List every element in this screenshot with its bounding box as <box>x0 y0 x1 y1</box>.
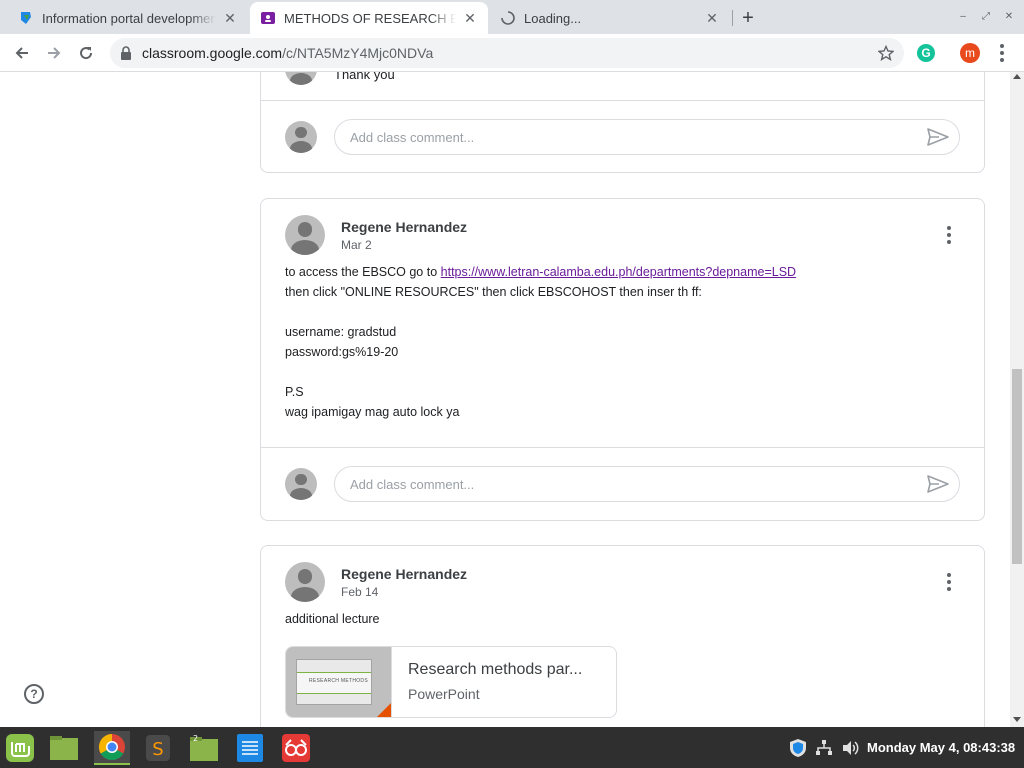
svg-text:S: S <box>152 739 163 760</box>
minimize-window-icon[interactable]: – <box>956 9 970 23</box>
divider <box>261 100 984 101</box>
tab-strip: Information portal development ✕ METHODS… <box>0 0 1024 34</box>
shield-icon[interactable] <box>784 731 812 765</box>
volume-icon[interactable] <box>836 731 864 765</box>
tab-methods-of-research[interactable]: METHODS OF RESEARCH BSIT ✕ <box>250 2 488 34</box>
comment-text: Thank you <box>334 72 395 82</box>
post-body: to access the EBSCO go to https://www.le… <box>285 262 796 422</box>
post-line: password:gs%19-20 <box>285 345 399 359</box>
author-avatar <box>285 215 325 255</box>
comment-avatar <box>285 72 317 85</box>
attachment-title: Research methods par... <box>408 661 583 678</box>
post-line: username: gradstud <box>285 325 397 339</box>
close-tab-icon[interactable]: ✕ <box>704 10 720 26</box>
comment-placeholder: Add class comment... <box>350 477 475 492</box>
close-tab-icon[interactable]: ✕ <box>462 10 478 26</box>
tab-title: Loading... <box>524 10 582 26</box>
classroom-favicon-icon <box>260 10 276 26</box>
system-clock[interactable]: Monday May 4, 08:43:38 <box>867 740 1015 755</box>
post-date: Feb 14 <box>341 585 379 599</box>
maximize-window-icon[interactable]: ⤢ <box>979 9 993 23</box>
post-line: then click "ONLINE RESOURCES" then click… <box>285 285 702 299</box>
attachment-card[interactable]: RESEARCH METHODS Research methods par...… <box>285 646 617 718</box>
forward-arrow-icon <box>48 47 61 59</box>
reload-button[interactable] <box>72 39 100 67</box>
scroll-down-icon[interactable] <box>1013 717 1021 722</box>
address-bar[interactable]: classroom.google.com/c/NTA5MzY4Mjc0NDVa <box>110 38 904 68</box>
back-button[interactable] <box>8 39 36 67</box>
post-options-icon[interactable] <box>939 225 959 245</box>
post-line: wag ipamigay mag auto lock ya <box>285 405 460 419</box>
browser-toolbar: classroom.google.com/c/NTA5MzY4Mjc0NDVa <box>0 34 1024 72</box>
ebsco-link[interactable]: https://www.letran-calamba.edu.ph/depart… <box>441 265 796 279</box>
post-line: P.S <box>285 385 304 399</box>
powerpoint-corner-icon <box>375 703 391 717</box>
user-avatar <box>285 121 317 153</box>
grammarly-extension-icon[interactable]: G <box>917 44 935 62</box>
add-comment-input[interactable]: Add class comment... <box>334 466 960 502</box>
lock-icon <box>121 46 131 60</box>
send-icon[interactable] <box>927 127 949 147</box>
loading-spinner-icon <box>500 10 516 26</box>
attachment-type: PowerPoint <box>408 686 480 702</box>
chrome-icon[interactable] <box>94 731 130 765</box>
tab-title: Information portal development <box>42 10 216 26</box>
files-folder-icon[interactable] <box>46 731 82 765</box>
user-avatar <box>285 468 317 500</box>
post-options-icon[interactable] <box>939 572 959 592</box>
back-arrow-icon <box>15 47 28 59</box>
post-line: to access the EBSCO go to https://www.le… <box>285 265 797 279</box>
sublime-text-icon[interactable]: S <box>140 731 176 765</box>
portal-favicon-icon <box>18 10 34 26</box>
help-icon[interactable]: ? <box>24 684 44 704</box>
document-viewer-icon[interactable] <box>278 731 314 765</box>
thumbnail-title: RESEARCH METHODS <box>309 678 368 684</box>
scrollbar-thumb[interactable] <box>1012 369 1022 564</box>
classroom-stream: Thank you Add class comment... Regene He… <box>0 72 1024 727</box>
files-folder-icon[interactable]: 2 <box>186 731 222 765</box>
url-text: classroom.google.com/c/NTA5MzY4Mjc0NDVa <box>142 45 434 61</box>
tab-information-portal[interactable]: Information portal development ✕ <box>8 2 248 34</box>
tab-loading[interactable]: Loading... ✕ <box>490 2 730 34</box>
attachment-thumbnail: RESEARCH METHODS <box>286 647 392 717</box>
profile-avatar[interactable]: m <box>960 43 980 63</box>
network-icon[interactable] <box>810 731 838 765</box>
browser-menu-icon[interactable] <box>994 43 1010 63</box>
post-date: Mar 2 <box>341 238 372 252</box>
post-card: Regene Hernandez Feb 14 additional lectu… <box>260 545 985 727</box>
mint-menu-icon[interactable] <box>2 731 38 765</box>
comment-placeholder: Add class comment... <box>350 130 475 145</box>
page-scrollbar[interactable] <box>1010 72 1024 727</box>
reload-icon <box>80 47 93 60</box>
post-card: Thank you Add class comment... <box>260 72 985 173</box>
author-avatar <box>285 562 325 602</box>
send-icon[interactable] <box>927 474 949 494</box>
taskbar: S 2 Monday May 4, 08:43:38 <box>0 727 1024 768</box>
add-comment-input[interactable]: Add class comment... <box>334 119 960 155</box>
bookmark-star-icon[interactable] <box>878 45 894 61</box>
post-author: Regene Hernandez <box>341 219 468 235</box>
tab-title: METHODS OF RESEARCH BSIT <box>284 10 456 26</box>
close-tab-icon[interactable]: ✕ <box>222 10 238 26</box>
forward-button[interactable] <box>40 39 68 67</box>
window-count-badge: 2 <box>193 734 198 743</box>
post-card: Regene Hernandez Mar 2 to access the EBS… <box>260 198 985 521</box>
divider <box>261 447 984 448</box>
close-window-icon[interactable]: ✕ <box>1002 9 1016 23</box>
post-author: Regene Hernandez <box>341 566 468 582</box>
new-tab-button[interactable]: + <box>736 6 760 30</box>
scroll-up-icon[interactable] <box>1013 74 1021 79</box>
post-body: additional lecture <box>285 612 380 626</box>
text-editor-icon[interactable] <box>232 731 268 765</box>
